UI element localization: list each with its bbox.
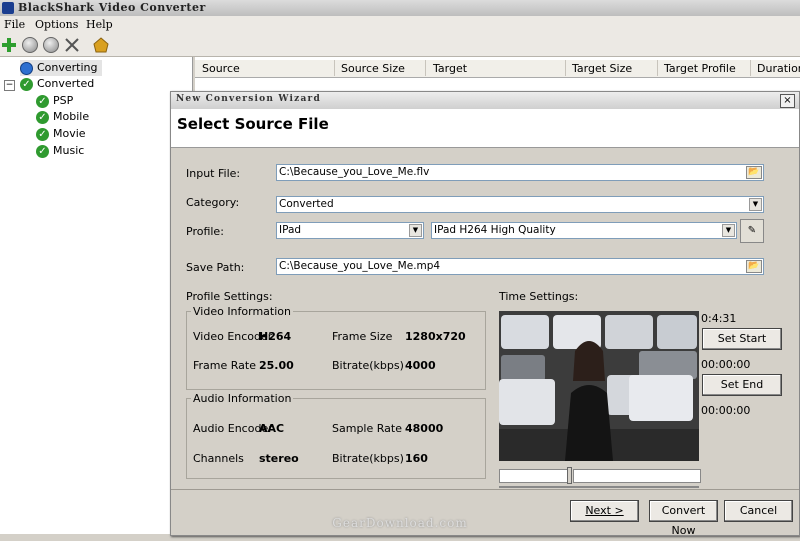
dialog-heading: Select Source File	[177, 115, 329, 133]
tree-item-converting[interactable]: Converting	[20, 60, 102, 76]
channels-value: stereo	[259, 452, 299, 465]
sample-rate-value: 48000	[405, 422, 444, 435]
save-path-field[interactable]: C:\Because_you_Love_Me.mp4 📂	[276, 258, 764, 275]
frame-size-label: Frame Size	[332, 330, 393, 343]
slider-thumb[interactable]	[567, 467, 572, 484]
folder-open-icon[interactable]: 📂	[746, 260, 762, 273]
audio-bitrate-label: Bitrate(kbps)	[332, 452, 404, 465]
category-label: Category:	[186, 196, 240, 209]
set-end-button[interactable]: Set End	[702, 374, 782, 396]
settings-icon[interactable]	[93, 37, 109, 53]
time-settings-label: Time Settings:	[499, 290, 579, 303]
tree-item-converted[interactable]: ✓ Converted	[20, 76, 94, 92]
dialog-title-bar: New Conversion Wizard ×	[171, 92, 799, 109]
duration-text: 0:4:31	[701, 312, 737, 325]
add-icon[interactable]	[1, 37, 17, 53]
col-target-size[interactable]: Target Size	[572, 62, 632, 75]
check-icon: ✓	[36, 94, 49, 108]
check-icon: ✓	[36, 110, 49, 124]
end-range-slider[interactable]	[573, 469, 701, 483]
folder-open-icon[interactable]: 📂	[746, 166, 762, 179]
menu-bar: File Options Help	[0, 16, 800, 34]
profile-settings-label: Profile Settings:	[186, 290, 273, 303]
check-icon: ✓	[20, 77, 33, 91]
end-time-text: 00:00:00	[701, 404, 751, 417]
app-icon	[2, 2, 14, 14]
category-tree: Converting ✓ Converted ✓ PSP ✓ Mobile ✓ Movi…	[0, 57, 193, 534]
converting-icon	[20, 61, 33, 75]
video-bitrate-label: Bitrate(kbps)	[332, 359, 404, 372]
tree-item-mobile[interactable]: ✓ Mobile	[36, 109, 89, 125]
col-target-profile[interactable]: Target Profile	[664, 62, 736, 75]
menu-help[interactable]: Help	[86, 18, 113, 31]
menu-file[interactable]: File	[4, 18, 25, 31]
col-source-size[interactable]: Source Size	[341, 62, 405, 75]
dialog-header: Select Source File	[171, 109, 799, 148]
audio-info-title: Audio Information	[191, 392, 294, 405]
col-duration[interactable]: Duration	[757, 62, 800, 75]
video-info-title: Video Information	[191, 305, 293, 318]
video-frame-image	[499, 311, 699, 461]
timeline-track	[499, 486, 699, 488]
list-header: Source Source Size Target Target Size Ta…	[195, 60, 800, 78]
dialog-title: New Conversion Wizard	[176, 94, 321, 104]
tree-item-music[interactable]: ✓ Music	[36, 143, 84, 159]
app-title: BlackShark Video Converter	[18, 1, 206, 14]
check-icon: ✓	[36, 127, 49, 141]
video-info-group: Video Information Video Encoder H264 Fra…	[186, 305, 486, 390]
chevron-down-icon[interactable]: ▼	[749, 198, 762, 211]
dialog-separator	[171, 489, 799, 490]
frame-size-value: 1280x720	[405, 330, 466, 343]
channels-label: Channels	[193, 452, 244, 465]
video-bitrate-value: 4000	[405, 359, 436, 372]
tree-expander[interactable]: −	[4, 80, 15, 91]
close-icon[interactable]: ×	[780, 94, 795, 108]
video-encoder-value: H264	[259, 330, 292, 343]
audio-info-group: Audio Information Audio Encoder AAC Samp…	[186, 392, 486, 479]
chevron-down-icon[interactable]: ▼	[722, 224, 735, 237]
frame-rate-value: 25.00	[259, 359, 294, 372]
start-range-slider[interactable]	[499, 469, 569, 483]
title-bar: BlackShark Video Converter	[0, 0, 800, 16]
chevron-down-icon[interactable]: ▼	[409, 224, 422, 237]
tree-item-movie[interactable]: ✓ Movie	[36, 126, 86, 142]
profile-device-select[interactable]: IPad ▼	[276, 222, 424, 239]
play-icon[interactable]	[22, 37, 38, 53]
tree-item-psp[interactable]: ✓ PSP	[36, 93, 73, 109]
check-icon: ✓	[36, 144, 49, 158]
pause-icon[interactable]	[43, 37, 59, 53]
profile-edit-icon[interactable]: ✎	[740, 219, 764, 243]
sample-rate-label: Sample Rate	[332, 422, 402, 435]
audio-bitrate-value: 160	[405, 452, 428, 465]
frame-rate-label: Frame Rate	[193, 359, 256, 372]
save-path-label: Save Path:	[186, 261, 245, 274]
delete-icon[interactable]	[64, 37, 80, 53]
col-source[interactable]: Source	[202, 62, 240, 75]
conversion-wizard-dialog: New Conversion Wizard × Select Source Fi…	[170, 91, 800, 537]
watermark: GearDownload.com	[332, 516, 468, 530]
input-file-field[interactable]: C:\Because_you_Love_Me.flv 📂	[276, 164, 764, 181]
profile-label: Profile:	[186, 225, 224, 238]
audio-encoder-value: AAC	[259, 422, 285, 435]
video-preview	[499, 311, 699, 461]
col-target[interactable]: Target	[433, 62, 467, 75]
set-start-button[interactable]: Set Start	[702, 328, 782, 350]
profile-quality-select[interactable]: IPad H264 High Quality ▼	[431, 222, 737, 239]
menu-options[interactable]: Options	[35, 18, 78, 31]
category-select[interactable]: Converted ▼	[276, 196, 764, 213]
input-file-label: Input File:	[186, 167, 241, 180]
toolbar	[0, 34, 800, 57]
start-time-text: 00:00:00	[701, 358, 751, 371]
